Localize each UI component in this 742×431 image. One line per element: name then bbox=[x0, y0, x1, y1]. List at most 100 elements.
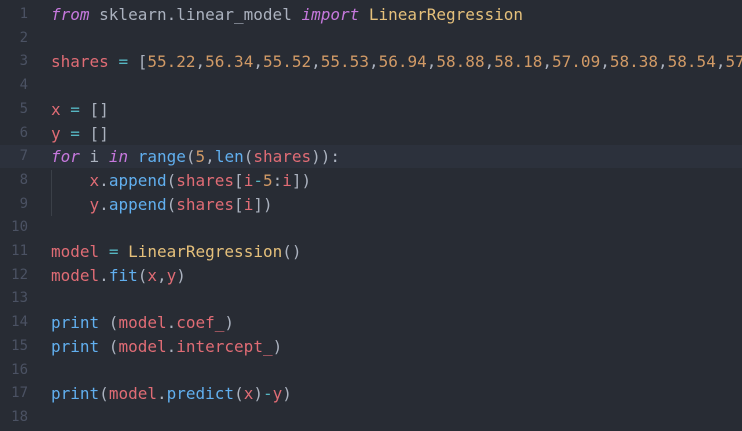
code-token: y bbox=[51, 123, 61, 143]
code-line[interactable]: 3 shares = [55.22,56.34,55.52,55.53,56.94… bbox=[0, 50, 742, 73]
code-token: from bbox=[51, 5, 90, 24]
code-token: 56.94 bbox=[378, 52, 427, 72]
code-token: x bbox=[89, 170, 100, 190]
code-line[interactable]: 8 x.append(shares[i-5:i]) bbox=[0, 169, 742, 192]
code-token: , bbox=[311, 52, 321, 72]
code-token: print bbox=[51, 384, 100, 404]
line-number: 6 bbox=[19, 124, 28, 141]
code-token: y bbox=[166, 265, 177, 285]
code-token: shares bbox=[51, 52, 109, 72]
line-number: 7 bbox=[19, 148, 28, 165]
line-number: 16 bbox=[11, 361, 28, 378]
code-line[interactable]: 13 bbox=[0, 287, 742, 310]
code-token: 5 bbox=[262, 170, 273, 190]
code-token: i bbox=[243, 170, 254, 190]
code-token: LinearRegression bbox=[368, 5, 524, 24]
code-line[interactable]: 4 bbox=[0, 74, 742, 97]
code-line[interactable]: 6 y = [] bbox=[0, 122, 742, 145]
code-token: x bbox=[51, 99, 61, 119]
code-token: . bbox=[166, 336, 177, 356]
code-token: [] bbox=[79, 99, 109, 119]
code-line[interactable]: 17 print(model.predict(x)-y) bbox=[0, 382, 742, 405]
code-text: from sklearn.linear_model import LinearR… bbox=[51, 3, 523, 26]
code-token: 58.88 bbox=[436, 52, 485, 72]
code-line[interactable]: 18 bbox=[0, 406, 742, 429]
line-number: 8 bbox=[19, 171, 28, 188]
code-token: [] bbox=[79, 123, 109, 143]
code-line[interactable]: 12 model.fit(x,y) bbox=[0, 264, 742, 287]
line-number: 11 bbox=[11, 243, 28, 259]
code-token: len bbox=[214, 147, 244, 167]
code-token: for bbox=[51, 147, 80, 167]
line-number: 4 bbox=[19, 77, 28, 94]
code-token: ) bbox=[253, 384, 263, 404]
code-token: i bbox=[282, 170, 292, 190]
code-token: ( bbox=[234, 384, 244, 404]
line-number: 18 bbox=[11, 408, 28, 425]
code-token: coef_ bbox=[176, 313, 225, 333]
code-token: 55.53 bbox=[320, 52, 369, 72]
line-number: 12 bbox=[11, 266, 28, 283]
code-text: model.fit(x,y) bbox=[51, 264, 186, 287]
code-token: ]) bbox=[253, 194, 273, 214]
code-line[interactable]: 1 from sklearn.linear_model import Linear… bbox=[0, 3, 742, 26]
code-text: model = LinearRegression() bbox=[51, 240, 301, 263]
code-token: 58.18 bbox=[494, 52, 543, 72]
code-token: , bbox=[658, 52, 668, 72]
code-editor[interactable]: 1 from sklearn.linear_model import Linear… bbox=[0, 0, 742, 431]
code-token: - bbox=[262, 384, 273, 404]
code-line[interactable]: 15 print (model.intercept_) bbox=[0, 335, 742, 358]
code-token: ( bbox=[137, 265, 148, 285]
code-line[interactable]: 9 y.append(shares[i]) bbox=[0, 193, 742, 216]
code-token: ) bbox=[224, 313, 235, 333]
code-token: ( bbox=[166, 170, 177, 190]
code-line[interactable]: 2 bbox=[0, 27, 742, 50]
code-line[interactable]: 14 print (model.coef_) bbox=[0, 311, 742, 334]
code-token: i bbox=[243, 194, 254, 214]
code-token: 56.34 bbox=[205, 52, 254, 72]
code-token: ) bbox=[176, 265, 186, 285]
code-token: , bbox=[600, 52, 610, 72]
code-token: . bbox=[99, 194, 109, 214]
line-number: 13 bbox=[11, 290, 28, 307]
code-token: , bbox=[426, 52, 437, 72]
code-token: . bbox=[166, 313, 177, 333]
code-token: ) bbox=[272, 336, 283, 356]
code-token: range bbox=[137, 147, 186, 167]
code-token: ( bbox=[185, 147, 196, 167]
line-number: 17 bbox=[11, 385, 28, 402]
code-token: print bbox=[51, 313, 100, 333]
code-token: ( bbox=[99, 313, 119, 333]
code-token: y bbox=[89, 194, 100, 214]
code-token: ( bbox=[99, 336, 119, 356]
line-number: 1 bbox=[19, 6, 28, 22]
code-line[interactable]: 10 bbox=[0, 216, 742, 239]
code-token: , bbox=[484, 52, 495, 72]
code-token: () bbox=[282, 242, 302, 261]
code-token: 57.09 bbox=[552, 52, 601, 72]
code-token: shares bbox=[253, 147, 312, 167]
code-token: = bbox=[118, 52, 129, 72]
code-token: model bbox=[108, 384, 157, 404]
indent-guide bbox=[51, 170, 52, 216]
code-line[interactable]: 16 bbox=[0, 359, 742, 382]
code-line[interactable]: 5 x = [] bbox=[0, 98, 742, 121]
code-token: predict bbox=[166, 384, 235, 404]
code-text: print (model.coef_) bbox=[51, 311, 234, 334]
code-token: , bbox=[542, 52, 553, 72]
code-token: ( bbox=[243, 147, 254, 167]
code-token: , bbox=[253, 52, 263, 72]
code-token: ( bbox=[99, 384, 109, 404]
code-token: . bbox=[99, 170, 109, 190]
code-line[interactable]: 11 model = LinearRegression() bbox=[0, 240, 742, 263]
code-token: , bbox=[205, 147, 215, 167]
code-token: x bbox=[243, 384, 254, 404]
code-text: shares = [55.22,56.34,55.52,55.53,56.94,… bbox=[51, 50, 742, 73]
code-token: ]) bbox=[291, 170, 312, 190]
code-token: y bbox=[272, 384, 283, 404]
code-token: model bbox=[118, 336, 167, 356]
code-line[interactable]: 7 for i in range(5,len(shares)): bbox=[0, 145, 742, 169]
